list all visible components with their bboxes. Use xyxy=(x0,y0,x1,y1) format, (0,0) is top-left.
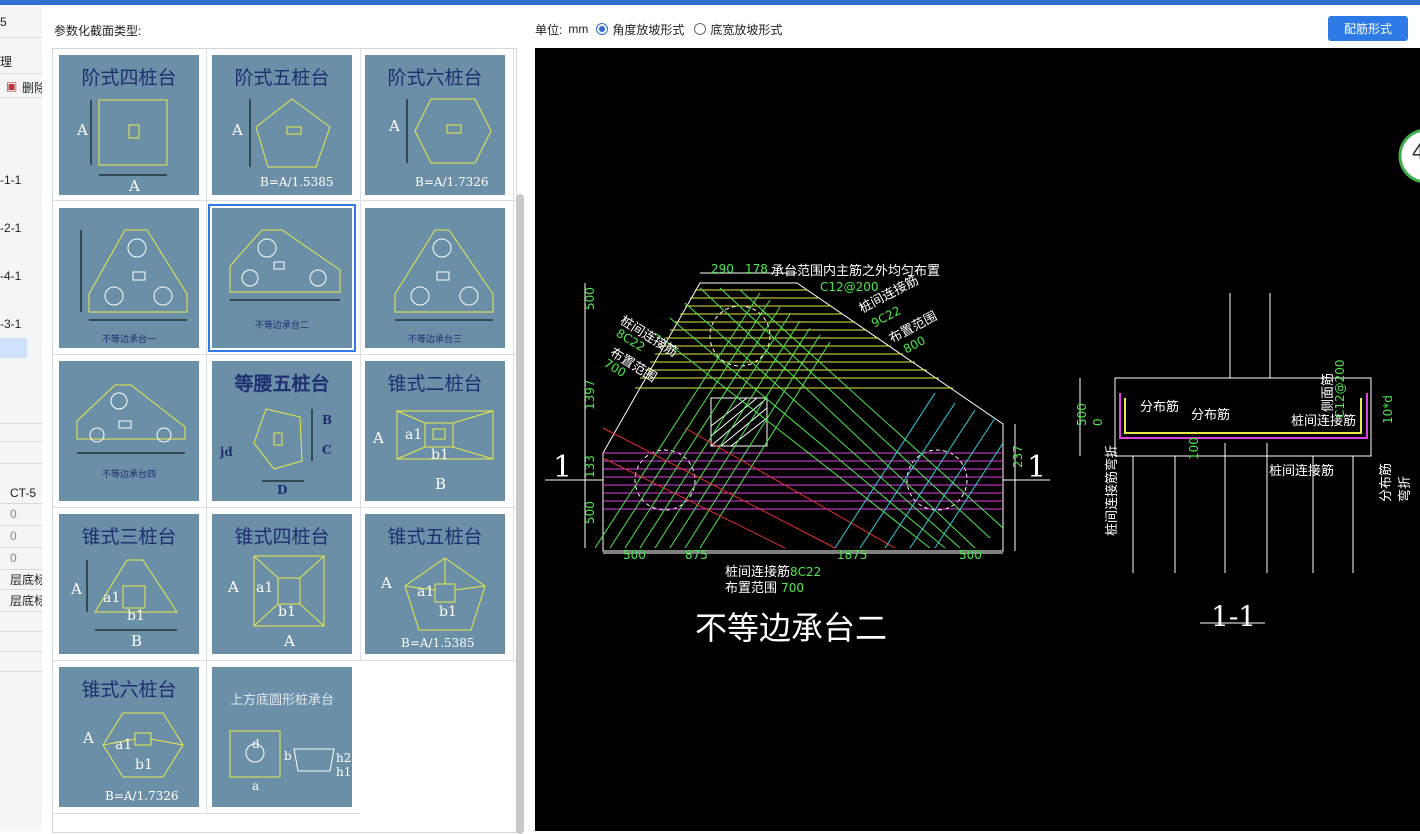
bg-list-item[interactable]: -3-1 xyxy=(0,317,42,331)
radio-angle-slope[interactable]: 角度放坡形式 xyxy=(596,21,684,38)
drawing-title: 不等边承台二 xyxy=(695,609,888,647)
thumb-cone-3-pile[interactable]: 锥式三桩台 A a1 b1 B xyxy=(59,514,199,654)
thumb-cone-5-pile[interactable]: 锥式五桩台 A a1 b1 B=A/1.5385 xyxy=(365,514,505,654)
thumb-isosceles-5-pile[interactable]: 等腰五桩台 B C D jd xyxy=(212,361,352,501)
bg-list-item[interactable]: -1-1 xyxy=(0,173,42,187)
section-dist-rebar-2: 分布筋 xyxy=(1191,408,1231,423)
bg-prop-value: 层底标 xyxy=(10,594,43,608)
thumb-cone-2-pile[interactable]: 锥式二桩台 A a1 b1 B xyxy=(365,361,505,501)
section-thumbnail-gallery: 阶式四桩台 A A 阶式五桩台 A B=A/1.5385 阶式六桩台 A B=A… xyxy=(52,48,517,833)
rebar-form-button[interactable]: 配筋形式 xyxy=(1328,16,1408,41)
section-link-bend: 桩间连接筋弯折 xyxy=(1105,444,1120,536)
thumb-cone-4-pile[interactable]: 锥式四桩台 A a1 b1 A xyxy=(212,514,352,654)
bg-delete-button[interactable]: 删除 xyxy=(22,79,42,96)
cad-drawing xyxy=(545,272,1372,624)
unit-row: 单位: mm 角度放坡形式 底宽放坡形式 xyxy=(535,20,792,38)
thumb-step-6-pile[interactable]: 阶式六桩台 A B=A/1.7326 xyxy=(365,55,505,195)
unit-label: 单位: xyxy=(535,22,563,37)
bg-prop-value: 0 xyxy=(10,507,17,521)
dim-bottom-500-right: 500 xyxy=(959,548,982,562)
unit-value: mm xyxy=(568,22,589,36)
section-dim-10d: 10*d xyxy=(1381,395,1395,424)
bg-field: 5 xyxy=(0,15,7,29)
bg-prop-value: 0 xyxy=(10,529,17,543)
thumb-unequal-cap-1[interactable]: 不等边承台一 xyxy=(59,208,199,348)
thumb-round-pile-cap[interactable]: 上方底圆形桩承台 d b a h1 h2 xyxy=(212,667,352,807)
section-mark-left: 1 xyxy=(553,450,573,485)
bg-tab: 理 xyxy=(0,55,13,69)
parametric-section-dialog: 参数化截面类型: 单位: mm 角度放坡形式 底宽放坡形式 配筋形式 阶式四桩台 xyxy=(42,5,1420,834)
badge-value: 4 xyxy=(1412,139,1420,164)
bg-prop-value: 层底标 xyxy=(10,573,43,587)
radio-width-slope[interactable]: 底宽放坡形式 xyxy=(694,21,782,38)
radio-unchecked-icon[interactable] xyxy=(694,23,707,35)
section-dim-500: 500 xyxy=(1075,403,1089,426)
section-dim-0: 0 xyxy=(1091,418,1105,426)
dim-left-500-top: 500 xyxy=(583,287,597,310)
thumb-cone-6-pile[interactable]: 锥式六桩台 A a1 b1 B=A/1.7326 xyxy=(59,667,199,807)
dim-right-237: 237 xyxy=(1011,445,1025,468)
thumb-step-4-pile[interactable]: 阶式四桩台 A A xyxy=(59,55,199,195)
dim-left-1397: 1397 xyxy=(583,379,597,410)
dim-left-133: 133 xyxy=(583,455,597,478)
section-dist-bend: 分布筋弯折 xyxy=(1379,462,1413,502)
bg-prop-value: CT-5 xyxy=(10,486,37,500)
bg-list-item[interactable]: -4-1 xyxy=(0,269,42,283)
section-type-label: 参数化截面类型: xyxy=(54,24,142,38)
cad-preview-canvas: 不等边承台二 1-1 1 1 290 178 承台范围内主筋之外均匀布置 C12… xyxy=(535,48,1420,831)
bg-prop-value: 0 xyxy=(10,551,17,565)
dim-top-290: 290 xyxy=(711,262,734,276)
section-dim-100: 100 xyxy=(1187,437,1201,460)
dim-left-500-bottom: 500 xyxy=(583,501,597,524)
thumb-unequal-cap-4[interactable]: 不等边承台四 xyxy=(59,361,199,501)
radio-checked-icon[interactable] xyxy=(596,23,609,35)
dim-bottom-875: 875 xyxy=(685,548,708,562)
section-title: 1-1 xyxy=(1211,600,1257,633)
dim-bottom-1875: 1875 xyxy=(837,548,868,562)
thumb-unequal-cap-3[interactable]: 不等边承台三 xyxy=(365,208,505,348)
thumb-unequal-cap-2[interactable]: 不等边承台二 xyxy=(208,204,356,352)
gallery-scrollbar[interactable] xyxy=(516,194,524,834)
dim-bottom-500-left: 500 xyxy=(623,548,646,562)
section-mark-right: 1 xyxy=(1027,450,1047,485)
bottom-range-label: 布置范围 700 xyxy=(725,581,805,596)
dim-top-178: 178 xyxy=(745,262,768,276)
section-dist-rebar-1: 分布筋 xyxy=(1140,400,1180,415)
floating-badge[interactable]: 4 xyxy=(1396,125,1420,187)
background-app-strip: 5 理 ▣ 删除 -1-1 -2-1 -4-1 -3-1 CT-5 0 0 0 … xyxy=(0,5,43,831)
bg-list-item[interactable]: -2-1 xyxy=(0,221,42,235)
section-side-spec: C12@200 xyxy=(1333,359,1347,418)
thumb-step-5-pile[interactable]: 阶式五桩台 A B=A/1.5385 xyxy=(212,55,352,195)
bg-selected-row xyxy=(0,338,27,358)
section-pile-link-2: 桩间连接筋 xyxy=(1269,464,1335,479)
